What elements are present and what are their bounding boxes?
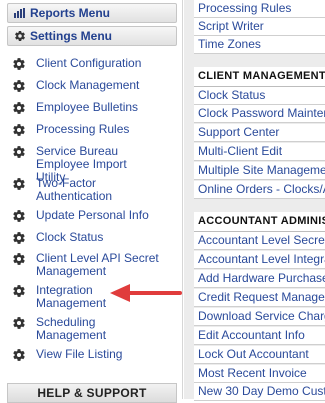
link-clock-status[interactable]: Clock Status	[194, 87, 325, 105]
sidebar-item-label: Clock Status	[36, 230, 104, 244]
gear-icon	[13, 210, 25, 222]
sidebar-item-label: Two-Factor Authentication	[36, 176, 113, 203]
gear-icon	[13, 178, 25, 190]
reports-menu-header[interactable]: Reports Menu	[7, 3, 177, 23]
link-credit-request-management[interactable]: Credit Request Manageme	[194, 289, 325, 307]
link-accountant-level-integrations[interactable]: Accountant Level Integrations	[194, 251, 325, 269]
sidebar-item-client-configuration[interactable]: Client Configuration	[12, 57, 180, 71]
link-most-recent-invoice[interactable]: Most Recent Invoice	[194, 365, 325, 383]
link-accountant-level-secret[interactable]: Accountant Level Secret M	[194, 232, 325, 250]
gear-icon	[13, 102, 25, 114]
link-script-writer[interactable]: Script Writer	[194, 18, 325, 36]
sidebar-item-client-api-secret[interactable]: Client Level API Secret Management	[12, 252, 180, 278]
sidebar-item-label: Integration Management	[36, 283, 107, 310]
sidebar-item-label: Client Level API Secret Management	[36, 251, 159, 278]
link-online-orders[interactable]: Online Orders - Clocks/Acc	[194, 181, 325, 199]
link-time-zones[interactable]: Time Zones	[194, 36, 325, 54]
gear-icon	[13, 146, 25, 158]
sidebar-item-label: Scheduling Management	[36, 315, 107, 342]
right-column: Processing Rules Script Writer Time Zone…	[184, 0, 325, 401]
gear-icon	[13, 58, 25, 70]
sidebar-item-label: Employee Bulletins	[36, 100, 139, 114]
help-support-header[interactable]: HELP & SUPPORT	[7, 383, 177, 403]
link-lock-out-accountant[interactable]: Lock Out Accountant	[194, 346, 325, 364]
sidebar-item-employee-bulletins[interactable]: Employee Bulletins	[12, 101, 180, 115]
sidebar-item-label: Update Personal Info	[36, 208, 149, 222]
link-download-service-charges[interactable]: Download Service Charges	[194, 308, 325, 326]
sidebar-item-clock-status[interactable]: Clock Status	[12, 231, 180, 245]
sidebar-item-scheduling-management[interactable]: Scheduling Management	[12, 316, 180, 342]
gear-icon	[14, 30, 26, 42]
link-multiple-site-management[interactable]: Multiple Site Management	[194, 162, 325, 180]
client-management-section-title: CLIENT MANAGEMENT T	[194, 67, 325, 87]
gear-icon	[13, 232, 25, 244]
link-new-30-day-demo[interactable]: New 30 Day Demo Custom	[194, 383, 325, 401]
sidebar-item-label: Clock Management	[36, 78, 140, 92]
reports-menu-label: Reports Menu	[30, 6, 111, 20]
sidebar-item-label: Processing Rules	[36, 122, 130, 136]
bar-chart-icon	[14, 8, 26, 18]
gear-icon	[13, 253, 25, 265]
link-edit-accountant-info[interactable]: Edit Accountant Info	[194, 327, 325, 345]
gear-icon	[13, 80, 25, 92]
sidebar-item-two-factor-authentication[interactable]: Two-Factor Authentication	[12, 177, 180, 203]
link-multi-client-edit[interactable]: Multi-Client Edit	[194, 143, 325, 161]
gear-icon	[13, 285, 25, 297]
gear-icon	[13, 349, 25, 361]
gear-icon	[13, 317, 25, 329]
red-arrow-annotation	[110, 284, 182, 302]
help-support-label: HELP & SUPPORT	[37, 386, 147, 400]
sidebar-item-processing-rules[interactable]: Processing Rules	[12, 123, 180, 137]
sidebar-item-view-file-listing[interactable]: View File Listing	[12, 348, 180, 362]
link-processing-rules[interactable]: Processing Rules	[194, 0, 325, 18]
accountant-admin-section-title: ACCOUNTANT ADMINIST	[194, 212, 325, 232]
sidebar: Reports Menu Settings Menu Client Config…	[0, 0, 183, 403]
link-add-hardware-purchase[interactable]: Add Hardware Purchase	[194, 270, 325, 288]
sidebar-item-label: Client Configuration	[36, 56, 142, 70]
sidebar-item-clock-management[interactable]: Clock Management	[12, 79, 180, 93]
settings-menu-header[interactable]: Settings Menu	[7, 26, 177, 46]
gear-icon	[13, 124, 25, 136]
sidebar-item-label: View File Listing	[36, 347, 123, 361]
settings-menu-label: Settings Menu	[30, 29, 113, 43]
sidebar-item-update-personal-info[interactable]: Update Personal Info	[12, 209, 180, 223]
link-support-center[interactable]: Support Center	[194, 124, 325, 142]
link-clock-password-maintenance[interactable]: Clock Password Maintenan	[194, 105, 325, 123]
